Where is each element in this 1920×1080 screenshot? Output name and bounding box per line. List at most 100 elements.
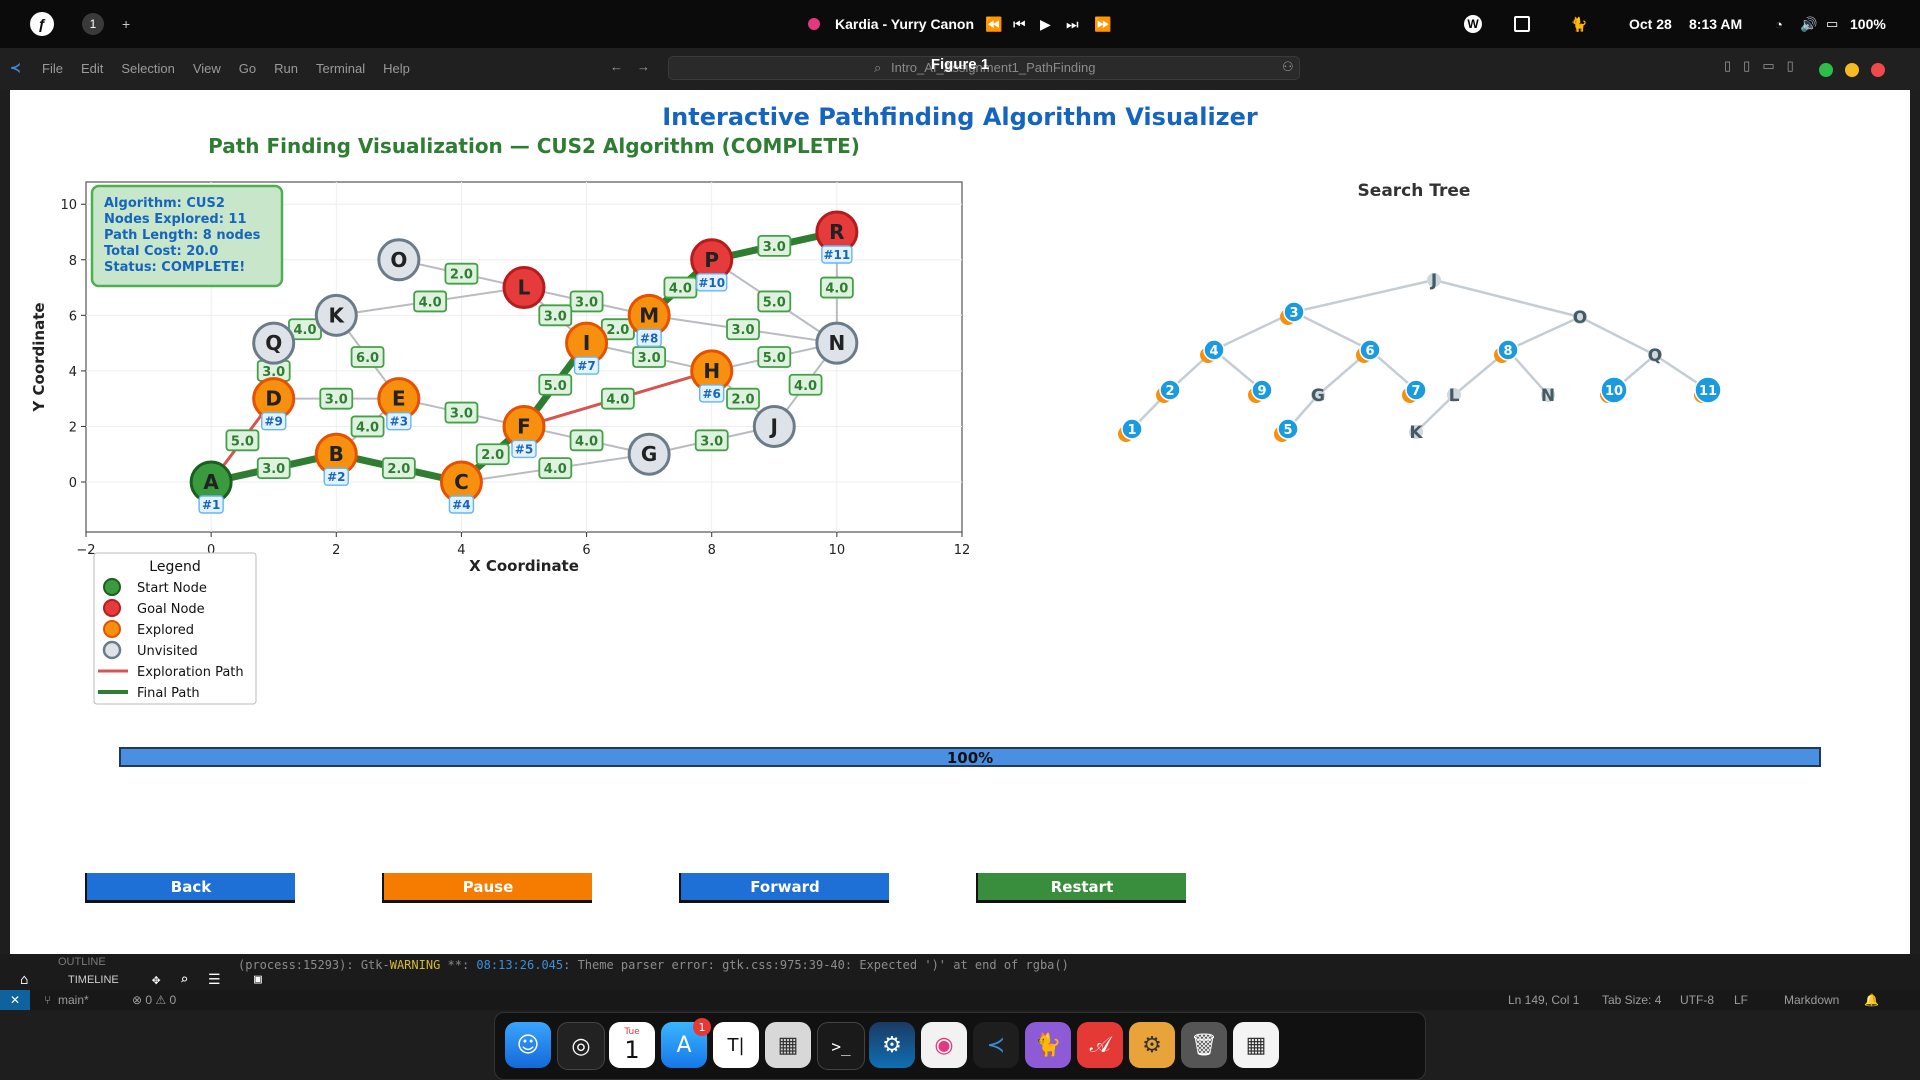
encoding[interactable]: UTF-8 [1680, 993, 1714, 1007]
layout-icon[interactable] [1514, 0, 1530, 48]
music-player-icon[interactable]: ◉ [921, 1022, 967, 1068]
github-desktop-icon[interactable]: 🐈 [1025, 1022, 1071, 1068]
line-ending[interactable]: LF [1734, 993, 1748, 1007]
seek-back-icon[interactable]: ⏪ [985, 0, 1002, 48]
cursor-position[interactable]: Ln 149, Col 1 [1508, 993, 1579, 1007]
legend-goal-label: Goal Node [137, 602, 205, 617]
pdf-reader-icon[interactable]: 𝒜 [1077, 1022, 1123, 1068]
previous-track-icon[interactable]: ⏮ [1013, 0, 1026, 48]
tree-edge-3-6 [1293, 310, 1371, 352]
configure-icon[interactable]: ☰ [208, 972, 221, 988]
log-warning: WARNING [389, 958, 441, 972]
node-order-label: #1 [202, 498, 220, 512]
add-workspace-button[interactable]: + [122, 0, 130, 48]
main-title: Interactive Pathfinding Algorithm Visual… [662, 103, 1258, 131]
restart-button[interactable]: Restart [976, 873, 1186, 903]
music-app-icon [808, 0, 820, 48]
timeline-section[interactable]: TIMELINE [68, 974, 119, 986]
legend-explored-label: Explored [137, 623, 194, 638]
node-order-label: #4 [452, 498, 470, 512]
edge-weight-label: 3.0 [638, 351, 661, 366]
edge-weight-label: 3.0 [450, 407, 473, 422]
play-icon[interactable]: ▶ [1040, 0, 1051, 48]
vscode-icon[interactable]: ≺ [973, 1022, 1019, 1068]
launchpad-icon[interactable]: ▦ [1233, 1022, 1279, 1068]
node-label-F: F [517, 414, 531, 438]
legend-unvisited-marker [102, 640, 122, 660]
edge-weight-label: 3.0 [325, 393, 348, 408]
figure-window-title: Figure 1 [930, 56, 990, 73]
terminal-icon[interactable]: >_ [817, 1022, 865, 1070]
node-order-label: #8 [640, 331, 658, 345]
y-tick-label: 10 [60, 198, 77, 213]
save-figure-icon[interactable]: ▣ [254, 972, 262, 987]
volume-icon[interactable]: 🔊 [1800, 0, 1817, 48]
edge-weight-label: 4.0 [293, 323, 316, 338]
time-text: 8:13 AM [1689, 16, 1743, 32]
legend-goal-marker [103, 599, 121, 617]
figure-canvas: Interactive Pathfinding Algorithm Visual… [10, 90, 1910, 954]
language-mode[interactable]: Markdown [1784, 993, 1839, 1007]
tree-node-label-L: L [1449, 386, 1460, 406]
wordpress-icon[interactable]: W [1464, 0, 1482, 48]
next-track-icon[interactable]: ⏭ [1066, 0, 1079, 48]
remote-icon[interactable]: ✕ [0, 990, 30, 1010]
home-icon[interactable]: ⌂ [20, 972, 28, 988]
node-label-I: I [583, 331, 590, 355]
tree-node-label-11: 11 [1699, 384, 1717, 399]
steam-icon[interactable]: ⚙ [869, 1022, 915, 1068]
system-settings-icon[interactable]: ⚙ [1129, 1022, 1175, 1068]
x-tick-label: 10 [829, 543, 846, 558]
edge-weight-label: 6.0 [356, 351, 379, 366]
forward-button[interactable]: Forward [679, 873, 889, 903]
app-store-badge: 1 [693, 1018, 711, 1036]
x-axis-label: X Coordinate [469, 557, 579, 575]
tree-edge-O-8 [1507, 315, 1581, 352]
move-icon[interactable]: ✥ [152, 972, 160, 988]
info-total-cost: Total Cost: 20.0 [104, 244, 218, 259]
tree-node-label-K: K [1409, 423, 1423, 443]
media-title: Kardia - Yurry Canon [835, 16, 975, 32]
calendar-icon[interactable]: Tue 1 [609, 1022, 655, 1068]
wifi-icon[interactable]: ◔ [1775, 0, 1783, 48]
edge-weight-label: 2.0 [481, 448, 504, 463]
workspace-indicator[interactable]: 1 [82, 0, 104, 48]
edge-weight-label: 3.0 [700, 434, 723, 449]
figure-svg: Interactive Pathfinding Algorithm Visual… [30, 103, 1821, 767]
zoom-icon[interactable]: ⌕ [180, 972, 188, 988]
y-axis-ticks: 0 2 4 6 8 10 [60, 198, 86, 491]
legend-final-label: Final Path [137, 686, 200, 701]
edge-weight-label: 3.0 [575, 295, 598, 310]
edge-weight-label: 4.0 [669, 282, 692, 297]
y-tick-label: 4 [69, 365, 77, 380]
y-tick-label: 8 [69, 254, 77, 269]
status-bar: ✕ ⑂ main* ⊗ 0 ⚠ 0 Ln 149, Col 1 Tab Size… [0, 990, 1920, 1010]
tab-size[interactable]: Tab Size: 4 [1602, 993, 1661, 1007]
pause-button[interactable]: Pause [382, 873, 592, 903]
notifications-icon[interactable]: 🔔 [1864, 993, 1879, 1007]
legend-explored-marker [103, 620, 121, 638]
finder-icon[interactable]: ☺ [505, 1022, 551, 1068]
calculator-icon[interactable]: ▦ [765, 1022, 811, 1068]
node-order-label: #2 [327, 470, 345, 484]
legend-start-label: Start Node [137, 581, 207, 596]
battery-icon[interactable]: ▭ [1826, 0, 1838, 48]
tree-edge-O-Q [1579, 315, 1656, 357]
seek-forward-icon[interactable]: ⏩ [1094, 0, 1111, 48]
back-button[interactable]: Back [85, 873, 295, 903]
app-store-icon[interactable]: A 1 [661, 1018, 711, 1068]
siri-icon[interactable]: ◎ [557, 1022, 605, 1070]
fedora-logo-icon[interactable]: ƒ [30, 0, 54, 48]
trash-icon[interactable]: 🗑 [1181, 1022, 1227, 1068]
legend-exploration-label: Exploration Path [137, 665, 244, 680]
cat-icon[interactable]: 🐈 [1570, 0, 1587, 48]
problems-count[interactable]: ⊗ 0 ⚠ 0 [132, 993, 176, 1007]
edge-weight-label: 4.0 [419, 295, 442, 310]
typora-icon[interactable]: T| [713, 1022, 759, 1068]
outline-section[interactable]: OUTLINE [58, 956, 106, 968]
branch-icon: ⑂ [44, 993, 52, 1007]
node-label-P: P [704, 248, 719, 272]
edge-weight-label: 5.0 [231, 434, 254, 449]
node-order-label: #7 [577, 359, 595, 373]
branch-name[interactable]: main* [58, 993, 89, 1007]
